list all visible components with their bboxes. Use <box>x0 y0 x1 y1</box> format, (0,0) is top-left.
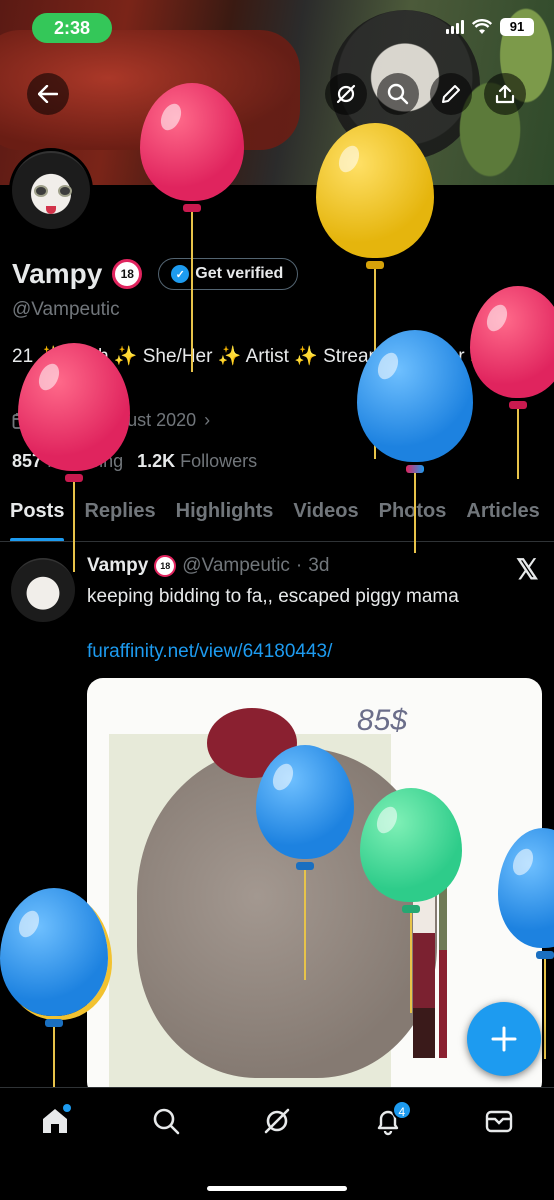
post-adult-badge-icon: 18 <box>154 555 177 577</box>
plus-icon <box>491 1026 517 1052</box>
x-logo-icon: 𝕏 <box>516 554 539 585</box>
tab-videos[interactable]: Videos <box>283 490 368 541</box>
tab-posts[interactable]: Posts <box>0 490 74 541</box>
post-separator: · <box>295 555 303 576</box>
post-author-name[interactable]: Vampy <box>87 555 148 577</box>
search-icon <box>387 83 409 105</box>
compose-button[interactable] <box>467 1002 541 1076</box>
wifi-icon <box>472 19 492 34</box>
grok-icon <box>336 84 356 104</box>
avatar-eye-right <box>58 185 72 197</box>
avatar-mouth <box>46 206 56 214</box>
nav-grok[interactable] <box>257 1106 297 1146</box>
back-arrow-icon <box>38 85 58 103</box>
followers-label: Followers <box>180 451 258 471</box>
back-button[interactable] <box>27 73 69 115</box>
post-author-handle[interactable]: @Vampeutic <box>182 555 290 577</box>
post-text: keeping bidding to fa,, escaped piggy ma… <box>87 586 459 607</box>
signal-icon <box>446 20 464 34</box>
post-time: 3d <box>308 555 330 576</box>
home-indicator[interactable] <box>207 1186 347 1191</box>
get-verified-button[interactable]: ✓ Get verified <box>158 258 299 290</box>
profile-avatar[interactable] <box>9 148 93 232</box>
pencil-icon <box>442 85 460 103</box>
post-avatar[interactable] <box>11 558 75 622</box>
share-icon <box>495 84 515 104</box>
search-icon <box>153 1108 180 1135</box>
status-indicators: 91 <box>446 18 534 36</box>
followers-link[interactable]: 1.2K Followers <box>137 451 257 472</box>
media-price-text: 85$ <box>357 704 408 737</box>
notifications-badge: 4 <box>391 1100 412 1120</box>
tab-photos[interactable]: Photos <box>369 490 457 541</box>
post-header: Vampy 18 @Vampeutic · 3d <box>87 555 329 577</box>
share-button[interactable] <box>484 73 526 115</box>
avatar-eye-left <box>34 185 48 197</box>
tab-highlights[interactable]: Highlights <box>166 490 284 541</box>
verified-check-icon: ✓ <box>171 265 190 283</box>
chevron-right-icon: › <box>204 410 211 430</box>
battery-indicator: 91 <box>500 18 534 36</box>
name-row: Vampy 18 ✓ Get verified <box>12 258 299 290</box>
media-color-swatch-thin <box>439 878 447 1058</box>
tab-replies[interactable]: Replies <box>74 490 165 541</box>
nav-home[interactable] <box>35 1104 75 1146</box>
nav-search[interactable] <box>146 1106 186 1146</box>
get-verified-label: Get verified <box>195 265 284 282</box>
bottom-nav: 4 <box>0 1087 554 1200</box>
status-time: 2:38 <box>32 13 112 43</box>
nav-messages[interactable] <box>479 1106 519 1146</box>
grok-icon <box>264 1108 290 1134</box>
profile-name: Vampy <box>12 258 103 289</box>
profile-tabs: Posts Replies Highlights Videos Photos A… <box>0 490 554 542</box>
search-button[interactable] <box>377 73 419 115</box>
mail-icon <box>485 1110 512 1133</box>
followers-count: 1.2K <box>137 451 176 471</box>
adult-badge-icon: 18 <box>112 259 143 289</box>
edit-button[interactable] <box>430 73 472 115</box>
nav-notifications[interactable]: 4 <box>368 1100 412 1146</box>
grok-button[interactable] <box>325 73 367 115</box>
tab-articles[interactable]: Articles <box>456 490 549 541</box>
post-link[interactable]: furaffinity.net/view/64180443/ <box>87 641 332 663</box>
profile-handle: @Vampeutic <box>12 299 120 320</box>
